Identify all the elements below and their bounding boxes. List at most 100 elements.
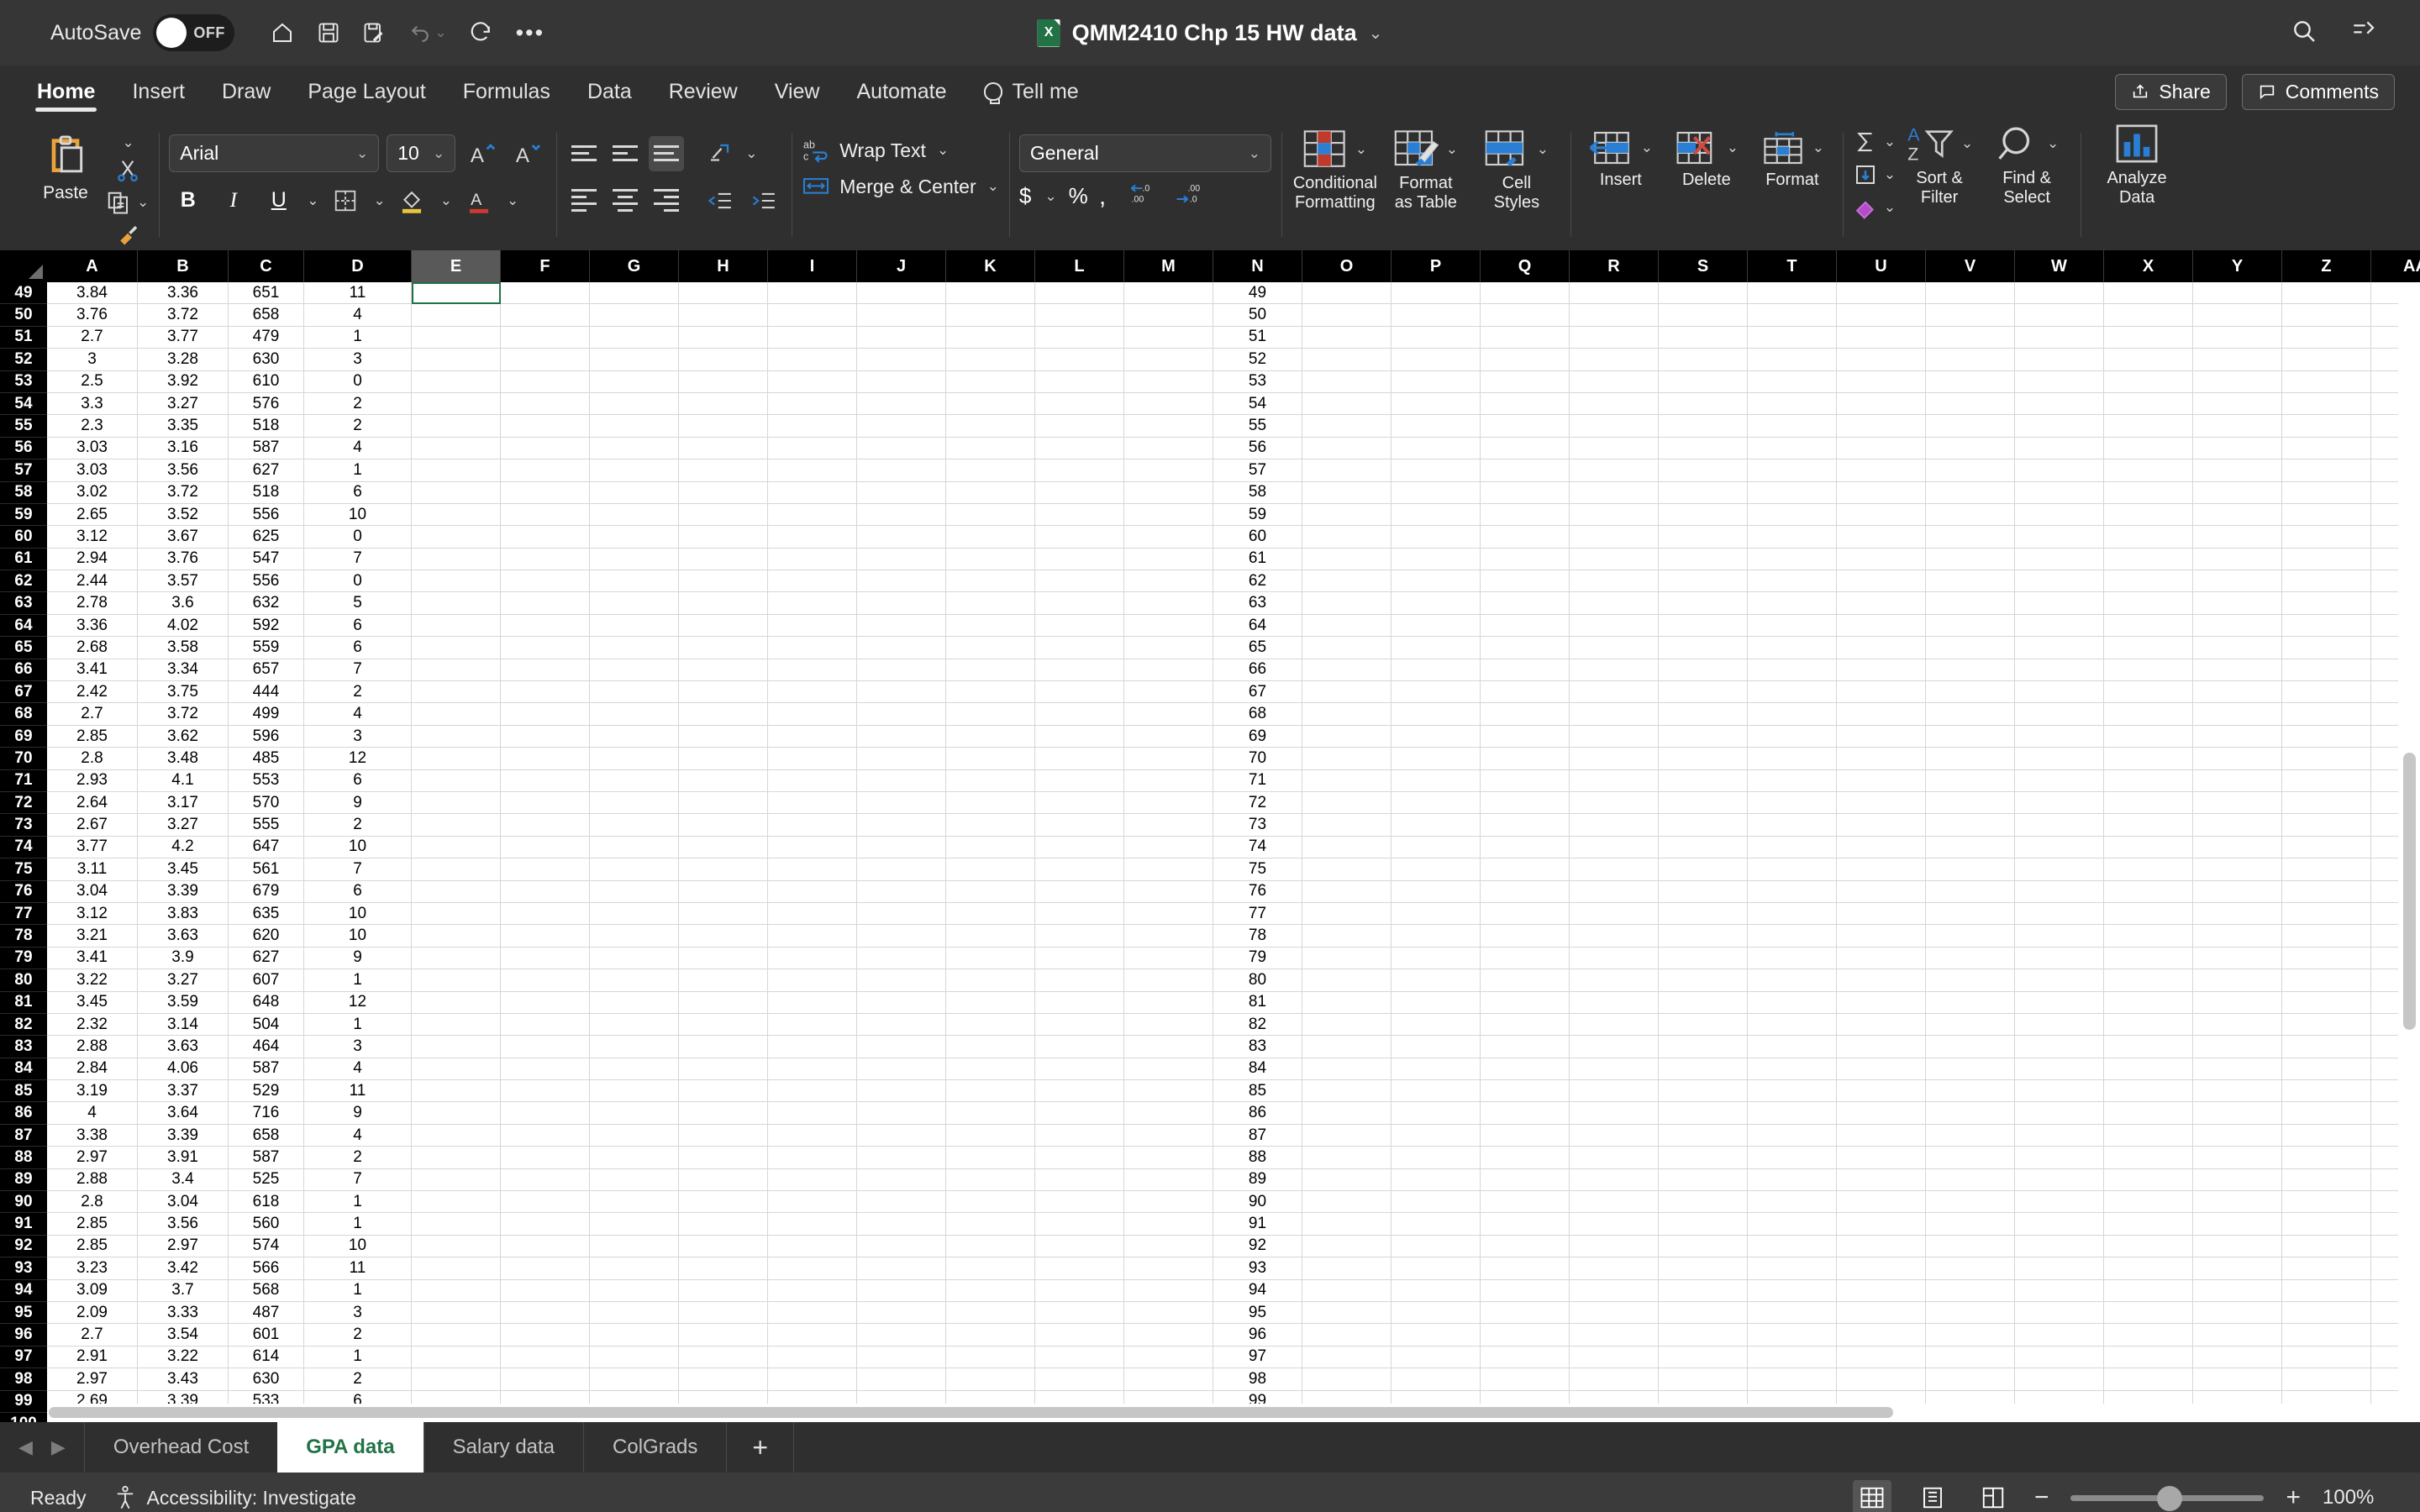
cell-W57[interactable] — [2015, 459, 2104, 482]
column-header-aa[interactable]: AA — [2371, 250, 2420, 282]
cell-E95[interactable] — [412, 1301, 501, 1325]
cell-P57[interactable] — [1392, 459, 1481, 482]
cell-E79[interactable] — [412, 947, 501, 970]
cell-Y84[interactable] — [2193, 1058, 2282, 1081]
zoom-out-button[interactable]: − — [2034, 1483, 2049, 1512]
cell-R50[interactable] — [1570, 304, 1659, 327]
cell-K76[interactable] — [946, 880, 1035, 903]
cell-X61[interactable] — [2104, 548, 2193, 571]
cell-E82[interactable] — [412, 1013, 501, 1037]
cell-O86[interactable] — [1302, 1102, 1392, 1125]
increase-indent-icon[interactable] — [744, 181, 781, 219]
cell-Z55[interactable] — [2282, 415, 2371, 438]
cell-R49[interactable] — [1570, 282, 1659, 305]
cell-H88[interactable] — [679, 1147, 768, 1169]
cell-H96[interactable] — [679, 1324, 768, 1347]
cell-X56[interactable] — [2104, 437, 2193, 460]
cell-O95[interactable] — [1302, 1301, 1392, 1325]
cell-S77[interactable] — [1659, 902, 1748, 926]
share-button[interactable]: Share — [2115, 73, 2227, 110]
cell-D55[interactable]: 2 — [304, 415, 412, 438]
cell-N93[interactable]: 93 — [1213, 1257, 1302, 1280]
format-painter-button[interactable] — [115, 222, 140, 247]
cell-N94[interactable]: 94 — [1213, 1279, 1302, 1302]
cell-M66[interactable] — [1124, 659, 1213, 682]
cell-E83[interactable] — [412, 1036, 501, 1058]
cell-Q82[interactable] — [1481, 1013, 1570, 1037]
cell-M51[interactable] — [1124, 326, 1213, 349]
cell-U70[interactable] — [1837, 748, 1926, 770]
cell-K96[interactable] — [946, 1324, 1035, 1347]
cell-P73[interactable] — [1392, 814, 1481, 837]
cell-X89[interactable] — [2104, 1168, 2193, 1192]
cell-I73[interactable] — [768, 814, 857, 837]
cell-E76[interactable] — [412, 880, 501, 903]
cell-E81[interactable] — [412, 991, 501, 1014]
cell-S58[interactable] — [1659, 481, 1748, 504]
align-left-icon[interactable] — [566, 183, 602, 218]
cell-G66[interactable] — [590, 659, 679, 682]
cell-X76[interactable] — [2104, 880, 2193, 903]
cell-F72[interactable] — [501, 791, 590, 815]
cell-styles-button[interactable]: ⌄ Cell Styles — [1473, 129, 1560, 213]
cell-A71[interactable]: 2.93 — [47, 769, 138, 792]
cell-E60[interactable] — [412, 526, 501, 549]
fill-color-icon[interactable] — [393, 181, 431, 219]
cell-W73[interactable] — [2015, 814, 2104, 837]
cell-L93[interactable] — [1035, 1257, 1124, 1280]
cell-E54[interactable] — [412, 392, 501, 416]
cell-V77[interactable] — [1926, 902, 2015, 926]
row-header-58[interactable]: 58 — [0, 481, 47, 504]
spreadsheet-grid[interactable]: ABCDEFGHIJKLMNOPQRSTUVWXYZAA 49505152535… — [0, 250, 2420, 1422]
cell-C50[interactable]: 658 — [229, 304, 304, 327]
cell-Q81[interactable] — [1481, 991, 1570, 1014]
cell-L59[interactable] — [1035, 503, 1124, 527]
cell-L77[interactable] — [1035, 902, 1124, 926]
cell-V60[interactable] — [1926, 526, 2015, 549]
analyze-data-button[interactable]: Analyze Data — [2091, 123, 2183, 207]
cell-W90[interactable] — [2015, 1191, 2104, 1214]
cell-Y86[interactable] — [2193, 1102, 2282, 1125]
row-header-51[interactable]: 51 — [0, 326, 47, 349]
cell-U60[interactable] — [1837, 526, 1926, 549]
cell-B80[interactable]: 3.27 — [138, 969, 229, 992]
comma-format-button[interactable]: ‚ — [1100, 182, 1106, 211]
cell-Q65[interactable] — [1481, 637, 1570, 659]
cell-R91[interactable] — [1570, 1213, 1659, 1236]
cell-D79[interactable]: 9 — [304, 947, 412, 970]
cell-N67[interactable]: 67 — [1213, 681, 1302, 704]
cell-L91[interactable] — [1035, 1213, 1124, 1236]
cell-I75[interactable] — [768, 858, 857, 881]
cell-J65[interactable] — [857, 637, 946, 659]
cell-W96[interactable] — [2015, 1324, 2104, 1347]
cell-B97[interactable]: 3.22 — [138, 1346, 229, 1369]
cell-N62[interactable]: 62 — [1213, 570, 1302, 593]
cell-N51[interactable]: 51 — [1213, 326, 1302, 349]
cell-H61[interactable] — [679, 548, 768, 571]
cell-B51[interactable]: 3.77 — [138, 326, 229, 349]
zoom-in-button[interactable]: + — [2286, 1483, 2301, 1512]
cell-U90[interactable] — [1837, 1191, 1926, 1214]
cell-Z63[interactable] — [2282, 592, 2371, 615]
cell-C54[interactable]: 576 — [229, 392, 304, 416]
cell-H69[interactable] — [679, 725, 768, 748]
cell-C77[interactable]: 635 — [229, 902, 304, 926]
cell-O83[interactable] — [1302, 1036, 1392, 1058]
cell-T69[interactable] — [1748, 725, 1837, 748]
cell-Z65[interactable] — [2282, 637, 2371, 659]
row-header-55[interactable]: 55 — [0, 415, 47, 438]
cell-N60[interactable]: 60 — [1213, 526, 1302, 549]
cell-V80[interactable] — [1926, 969, 2015, 992]
cell-G78[interactable] — [590, 925, 679, 948]
format-as-table-chevron-down-icon[interactable]: ⌄ — [1446, 141, 1458, 158]
cell-T52[interactable] — [1748, 349, 1837, 371]
row-header-63[interactable]: 63 — [0, 592, 47, 615]
cell-V50[interactable] — [1926, 304, 2015, 327]
cell-W98[interactable] — [2015, 1368, 2104, 1391]
cell-B85[interactable]: 3.37 — [138, 1080, 229, 1103]
cell-C89[interactable]: 525 — [229, 1168, 304, 1192]
cell-C69[interactable]: 596 — [229, 725, 304, 748]
cell-S60[interactable] — [1659, 526, 1748, 549]
cell-B88[interactable]: 3.91 — [138, 1147, 229, 1169]
cell-S72[interactable] — [1659, 791, 1748, 815]
